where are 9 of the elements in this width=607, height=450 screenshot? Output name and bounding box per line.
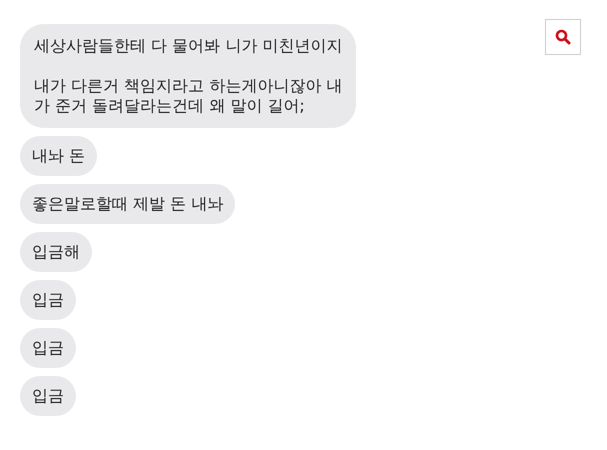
search-icon	[555, 29, 571, 45]
message-bubble: 입금	[20, 376, 76, 416]
message-bubble: 입금해	[20, 232, 92, 272]
message-bubble: 내놔 돈	[20, 136, 98, 176]
message-bubble: 좋은말로할때 제발 돈 내놔	[20, 184, 236, 224]
message-bubble: 입금	[20, 328, 76, 368]
search-button[interactable]	[545, 19, 581, 55]
message-bubble: 입금	[20, 280, 76, 320]
message-bubble: 세상사람들한테 다 물어봐 니가 미친년이지 내가 다른거 책임지라고 하는게아니잖아 내 가 준거 돌려달라는건데 왜 말이 길어;	[20, 24, 356, 128]
